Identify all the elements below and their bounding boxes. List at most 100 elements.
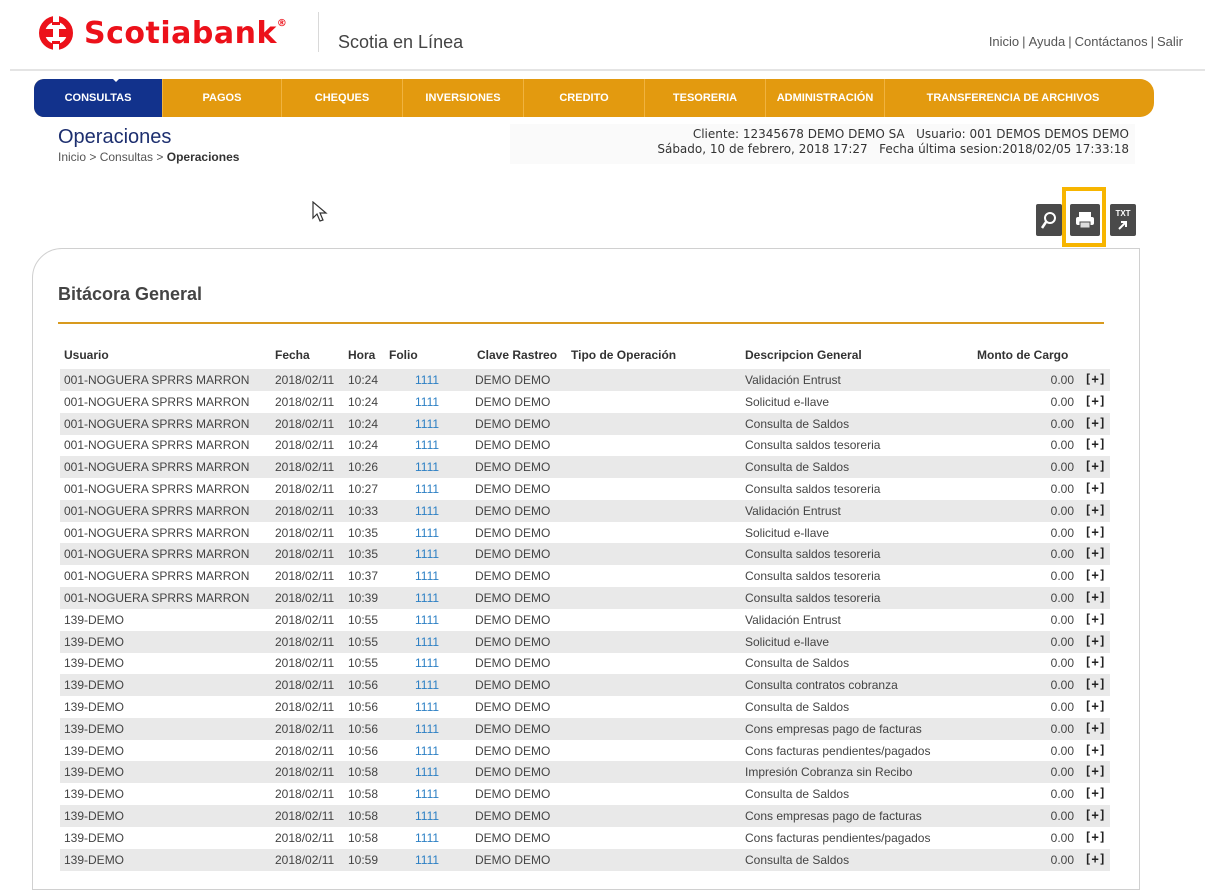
cell-monto-cargo: 0.00 bbox=[1050, 656, 1074, 671]
cell-folio[interactable]: 1111 bbox=[415, 787, 439, 801]
scotiabank-logo[interactable]: Scotiabank® bbox=[38, 14, 287, 52]
expand-row-button[interactable]: [+] bbox=[1084, 655, 1106, 669]
link-contactanos[interactable]: Contáctanos bbox=[1075, 34, 1148, 49]
cell-usuario: 001-NOGUERA SPRRS MARRON bbox=[64, 482, 250, 496]
cell-folio[interactable]: 1111 bbox=[415, 438, 439, 452]
brand-name: Scotiabank® bbox=[84, 15, 288, 51]
nav-inversiones[interactable]: INVERSIONES bbox=[403, 79, 524, 117]
cell-folio[interactable]: 1111 bbox=[415, 831, 439, 845]
cell-usuario: 001-NOGUERA SPRRS MARRON bbox=[64, 394, 250, 409]
cell-descripcion: Consulta saldos tesoreria bbox=[745, 547, 881, 562]
cell-folio[interactable]: 1111 bbox=[415, 809, 439, 823]
cell-folio[interactable]: 1111 bbox=[415, 482, 439, 496]
expand-row-button[interactable]: [+] bbox=[1084, 546, 1106, 560]
expand-row-button[interactable]: [+] bbox=[1084, 568, 1106, 582]
cell-hora: 10:56 bbox=[348, 721, 379, 736]
export-txt-button[interactable]: TXT bbox=[1110, 204, 1136, 236]
expand-row-button[interactable]: [+] bbox=[1084, 459, 1106, 473]
expand-row-button[interactable]: [+] bbox=[1084, 830, 1106, 844]
cell-clave-rastreo: DEMO DEMO bbox=[475, 656, 551, 671]
cell-folio[interactable]: 1111 bbox=[415, 613, 439, 627]
cell-folio[interactable]: 1111 bbox=[415, 678, 439, 692]
cell-descripcion: Consulta saldos tesoreria bbox=[745, 569, 881, 584]
search-button[interactable] bbox=[1036, 204, 1062, 236]
expand-row-button[interactable]: [+] bbox=[1084, 416, 1106, 430]
cell-folio[interactable]: 1111 bbox=[415, 656, 439, 670]
expand-row-button[interactable]: [+] bbox=[1084, 503, 1106, 517]
cell-monto-cargo: 0.00 bbox=[1050, 612, 1074, 627]
cell-hora: 10:39 bbox=[348, 591, 379, 605]
cell-folio[interactable]: 1111 bbox=[415, 504, 439, 518]
cell-folio[interactable]: 1111 bbox=[415, 460, 439, 474]
expand-row-button[interactable]: [+] bbox=[1084, 481, 1106, 495]
nav-pagos[interactable]: PAGOS bbox=[163, 79, 282, 117]
cell-monto-cargo: 0.00 bbox=[1050, 700, 1074, 714]
expand-row-button[interactable]: [+] bbox=[1084, 525, 1106, 539]
nav-administracion[interactable]: ADMINISTRACIÓN bbox=[766, 79, 885, 117]
cell-fecha: 2018/02/11 bbox=[275, 765, 335, 780]
expand-row-button[interactable]: [+] bbox=[1084, 612, 1106, 626]
nav-credito[interactable]: CREDITO bbox=[524, 79, 645, 117]
cell-hora: 10:24 bbox=[348, 438, 379, 453]
cell-folio[interactable]: 1111 bbox=[415, 591, 439, 605]
cell-descripcion: Cons facturas pendientes/pagados bbox=[745, 830, 931, 845]
expand-row-button[interactable]: [+] bbox=[1084, 372, 1106, 386]
cell-fecha: 2018/02/11 bbox=[275, 503, 335, 518]
expand-row-button[interactable]: [+] bbox=[1084, 743, 1106, 757]
cell-monto-cargo: 0.00 bbox=[1050, 482, 1074, 496]
cell-hora: 10:58 bbox=[348, 809, 379, 823]
cell-fecha: 2018/02/11 bbox=[275, 591, 335, 605]
cell-fecha: 2018/02/11 bbox=[275, 656, 335, 671]
cell-folio[interactable]: 1111 bbox=[415, 853, 439, 867]
cell-folio[interactable]: 1111 bbox=[415, 373, 439, 387]
cell-usuario: 001-NOGUERA SPRRS MARRON bbox=[64, 525, 250, 540]
cell-folio[interactable]: 1111 bbox=[415, 569, 439, 583]
nav-consultas[interactable]: CONSULTAS bbox=[34, 79, 163, 117]
expand-row-button[interactable]: [+] bbox=[1084, 764, 1106, 778]
expand-row-button[interactable]: [+] bbox=[1084, 394, 1106, 408]
expand-row-button[interactable]: [+] bbox=[1084, 590, 1106, 604]
link-salir[interactable]: Salir bbox=[1157, 34, 1183, 49]
cell-clave-rastreo: DEMO DEMO bbox=[475, 591, 551, 605]
cell-clave-rastreo: DEMO DEMO bbox=[475, 809, 551, 823]
cell-hora: 10:27 bbox=[348, 482, 379, 496]
cell-folio[interactable]: 1111 bbox=[415, 700, 439, 714]
cell-folio[interactable]: 1111 bbox=[415, 722, 439, 736]
link-inicio[interactable]: Inicio bbox=[989, 34, 1019, 49]
breadcrumb-path[interactable]: Inicio > Consultas > bbox=[58, 150, 167, 164]
link-ayuda[interactable]: Ayuda bbox=[1029, 34, 1066, 49]
cell-fecha: 2018/02/11 bbox=[275, 373, 335, 387]
cell-folio[interactable]: 1111 bbox=[415, 547, 439, 561]
cell-monto-cargo: 0.00 bbox=[1050, 503, 1074, 518]
cell-clave-rastreo: DEMO DEMO bbox=[475, 547, 551, 562]
expand-row-button[interactable]: [+] bbox=[1084, 786, 1106, 800]
table-row: 001-NOGUERA SPRRS MARRON 2018/02/11 10:37 1… bbox=[60, 565, 1110, 587]
nav-cheques[interactable]: CHEQUES bbox=[282, 79, 403, 117]
cell-folio[interactable]: 1111 bbox=[415, 526, 439, 540]
cell-folio[interactable]: 1111 bbox=[415, 744, 439, 758]
cell-fecha: 2018/02/11 bbox=[275, 482, 335, 496]
expand-row-button[interactable]: [+] bbox=[1084, 677, 1106, 691]
cell-folio[interactable]: 1111 bbox=[415, 395, 439, 409]
table-row: 139-DEMO 2018/02/11 10:55 1111 DEMO DEMO Vali… bbox=[60, 609, 1110, 631]
cell-folio[interactable]: 1111 bbox=[415, 417, 439, 431]
cell-fecha: 2018/02/11 bbox=[275, 612, 335, 627]
cell-monto-cargo: 0.00 bbox=[1050, 852, 1074, 867]
expand-row-button[interactable]: [+] bbox=[1084, 699, 1106, 713]
expand-row-button[interactable]: [+] bbox=[1084, 437, 1106, 451]
nav-transferencia-de-archivos[interactable]: TRANSFERENCIA DE ARCHIVOS bbox=[885, 79, 1141, 117]
cell-folio[interactable]: 1111 bbox=[415, 765, 439, 779]
expand-row-button[interactable]: [+] bbox=[1084, 634, 1106, 648]
cell-descripcion: Validación Entrust bbox=[745, 503, 841, 518]
cell-clave-rastreo: DEMO DEMO bbox=[475, 852, 551, 867]
cell-descripcion: Consulta de Saldos bbox=[745, 656, 850, 671]
nav-tesoreria[interactable]: TESORERIA bbox=[645, 79, 766, 117]
cell-hora: 10:33 bbox=[348, 503, 379, 518]
table-row: 139-DEMO 2018/02/11 10:56 1111 DEMO DEMO Cons… bbox=[60, 674, 1110, 697]
expand-row-button[interactable]: [+] bbox=[1084, 852, 1106, 866]
expand-row-button[interactable]: [+] bbox=[1084, 808, 1106, 822]
expand-row-button[interactable]: [+] bbox=[1084, 721, 1106, 735]
table-row: 139-DEMO 2018/02/11 10:55 1111 DEMO DEMO Cons… bbox=[60, 652, 1110, 674]
cell-monto-cargo: 0.00 bbox=[1050, 591, 1074, 605]
cell-folio[interactable]: 1111 bbox=[415, 635, 439, 649]
